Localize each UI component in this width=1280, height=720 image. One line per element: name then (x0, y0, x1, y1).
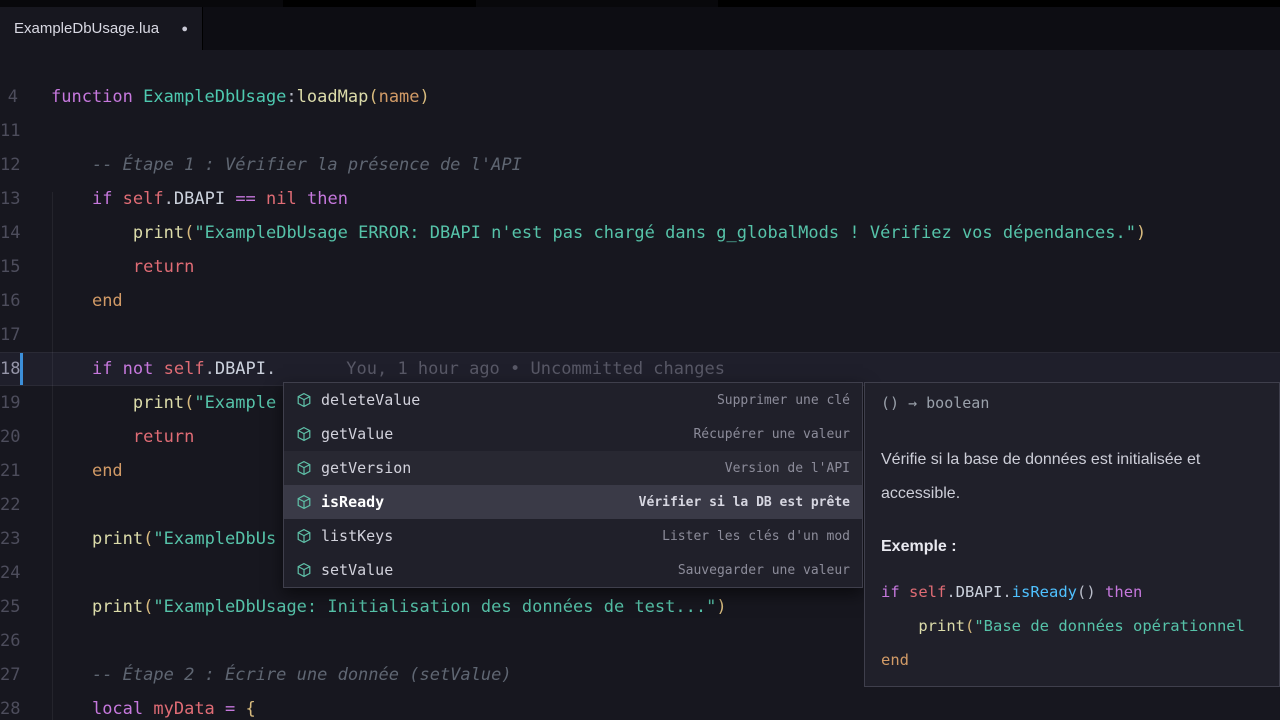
suggest-item-deleteValue[interactable]: deleteValue Supprimer une clé (284, 383, 862, 417)
line-number[interactable]: 26 (0, 624, 51, 658)
autocomplete-suggest-widget[interactable]: deleteValue Supprimer une clé getValue Récu… (283, 382, 863, 588)
line-number[interactable]: 23 (0, 522, 51, 556)
code-line[interactable]: 12 -- Étape 1 : Vérifier la présence de … (0, 148, 1280, 182)
line-number[interactable]: 19 (0, 386, 51, 420)
method-description: Vérifie si la base de données est initia… (881, 451, 1201, 502)
line-number[interactable]: 27 (0, 658, 51, 692)
line-number[interactable]: 14 (0, 216, 51, 250)
suggest-item-label: setValue (321, 561, 394, 579)
code-text: -- Étape 1 : Vérifier la présence de l'A… (91, 155, 522, 175)
code-text: print("ExampleDbUsage ERROR: DBAPI n'est… (132, 223, 1147, 243)
tab-bar[interactable]: ExampleDbUsage.lua ● (0, 7, 1280, 50)
line-number[interactable]: 20 (0, 420, 51, 454)
line-number[interactable]: 25 (0, 590, 51, 624)
docs-example-code: if self.DBAPI.isReady() then print("Base… (881, 575, 1263, 677)
example-heading: Exemple : (881, 538, 957, 555)
suggest-item-getValue[interactable]: getValue Récupérer une valeur (284, 417, 862, 451)
line-number[interactable]: 16 (0, 284, 51, 318)
docs-code-line: if self.DBAPI.isReady() then (881, 583, 1143, 601)
code-text: end (91, 461, 123, 481)
title-bar-segment (283, 0, 476, 7)
line-number[interactable]: 12 (0, 148, 51, 182)
code-line[interactable]: 17 (0, 318, 1280, 352)
code-line[interactable]: 15 return (0, 250, 1280, 284)
code-text: end (91, 291, 123, 311)
modified-line-indicator (20, 353, 23, 385)
line-number[interactable]: 4 (0, 80, 51, 114)
code-line[interactable]: 16 end (0, 284, 1280, 318)
code-text: print("ExampleDbUs (91, 529, 277, 549)
unsaved-changes-dot-icon[interactable]: ● (181, 23, 188, 35)
suggest-item-detail: Récupérer une valeur (693, 426, 850, 442)
line-number[interactable]: 11 (0, 114, 51, 148)
line-number[interactable]: 17 (0, 318, 51, 352)
line-number[interactable]: 15 (0, 250, 51, 284)
git-blame-annotation: You, 1 hour ago • Uncommitted changes (346, 359, 725, 379)
code-line[interactable]: 13 if self.DBAPI == nil then (0, 182, 1280, 216)
suggest-item-isReady[interactable]: isReady Vérifier si la DB est prête (284, 485, 862, 519)
suggest-item-setValue[interactable]: setValue Sauvegarder une valeur (284, 553, 862, 587)
code-line[interactable]: 28 local myData = { (0, 692, 1280, 720)
code-text: print("ExampleDbUsage: Initialisation de… (91, 597, 727, 617)
code-text: return (132, 257, 195, 277)
suggest-item-getVersion[interactable]: getVersion Version de l'API (284, 451, 862, 485)
line-number[interactable]: 24 (0, 556, 51, 590)
suggest-item-detail: Supprimer une clé (716, 392, 850, 408)
tab-exampledbusage-lua[interactable]: ExampleDbUsage.lua ● (0, 7, 203, 50)
suggest-docs-panel: () → boolean Vérifie si la base de donné… (864, 382, 1280, 687)
suggest-item-detail: Vérifier si la DB est prête (638, 494, 850, 510)
line-number[interactable]: 13 (0, 182, 51, 216)
method-icon (296, 392, 312, 408)
line-number[interactable]: 21 (0, 454, 51, 488)
suggest-item-label: deleteValue (321, 391, 421, 409)
code-text: -- Étape 2 : Écrire une donnée (setValue… (91, 665, 512, 685)
suggest-item-label: getValue (321, 425, 394, 443)
method-icon (296, 494, 312, 510)
code-line[interactable]: 11 (0, 114, 1280, 148)
suggest-item-listKeys[interactable]: listKeys Lister les clés d'un mod (284, 519, 862, 553)
docs-code-line: end (881, 651, 909, 669)
method-icon (296, 562, 312, 578)
code-text: print("Example (132, 393, 277, 413)
tab-title: ExampleDbUsage.lua (14, 20, 160, 37)
title-bar (0, 0, 1280, 7)
code-line[interactable]: 14 print("ExampleDbUsage ERROR: DBAPI n'… (0, 216, 1280, 250)
line-number[interactable]: 18 (0, 352, 51, 386)
code-line[interactable]: 4 function ExampleDbUsage:loadMap(name) (0, 80, 1280, 114)
line-number[interactable]: 28 (0, 692, 51, 720)
code-text: local myData = { (91, 699, 256, 719)
suggest-item-label: getVersion (321, 459, 412, 477)
method-icon (296, 528, 312, 544)
docs-code-line: print("Base de données opérationnel (918, 617, 1245, 635)
suggest-item-detail: Sauvegarder une valeur (677, 562, 850, 578)
code-text: function ExampleDbUsage:loadMap(name) (51, 87, 430, 107)
method-icon (296, 426, 312, 442)
method-signature: () → boolean (881, 394, 990, 412)
suggest-item-label: isReady (321, 493, 385, 511)
line-number[interactable]: 22 (0, 488, 51, 522)
title-bar-segment (718, 0, 1280, 7)
code-text: if not self.DBAPI. You, 1 hour ago • Unco… (91, 359, 725, 379)
suggest-item-detail: Lister les clés d'un mod (662, 528, 850, 544)
code-line[interactable]: 18 if not self.DBAPI. You, 1 hour ago • U… (0, 352, 1280, 386)
code-text: return (132, 427, 195, 447)
method-icon (296, 460, 312, 476)
suggest-item-detail: Version de l'API (724, 460, 850, 476)
code-editor-window: ExampleDbUsage.lua ● 4 function ExampleDb… (0, 0, 1280, 720)
suggest-item-label: listKeys (321, 527, 394, 545)
code-text: if self.DBAPI == nil then (91, 189, 348, 209)
